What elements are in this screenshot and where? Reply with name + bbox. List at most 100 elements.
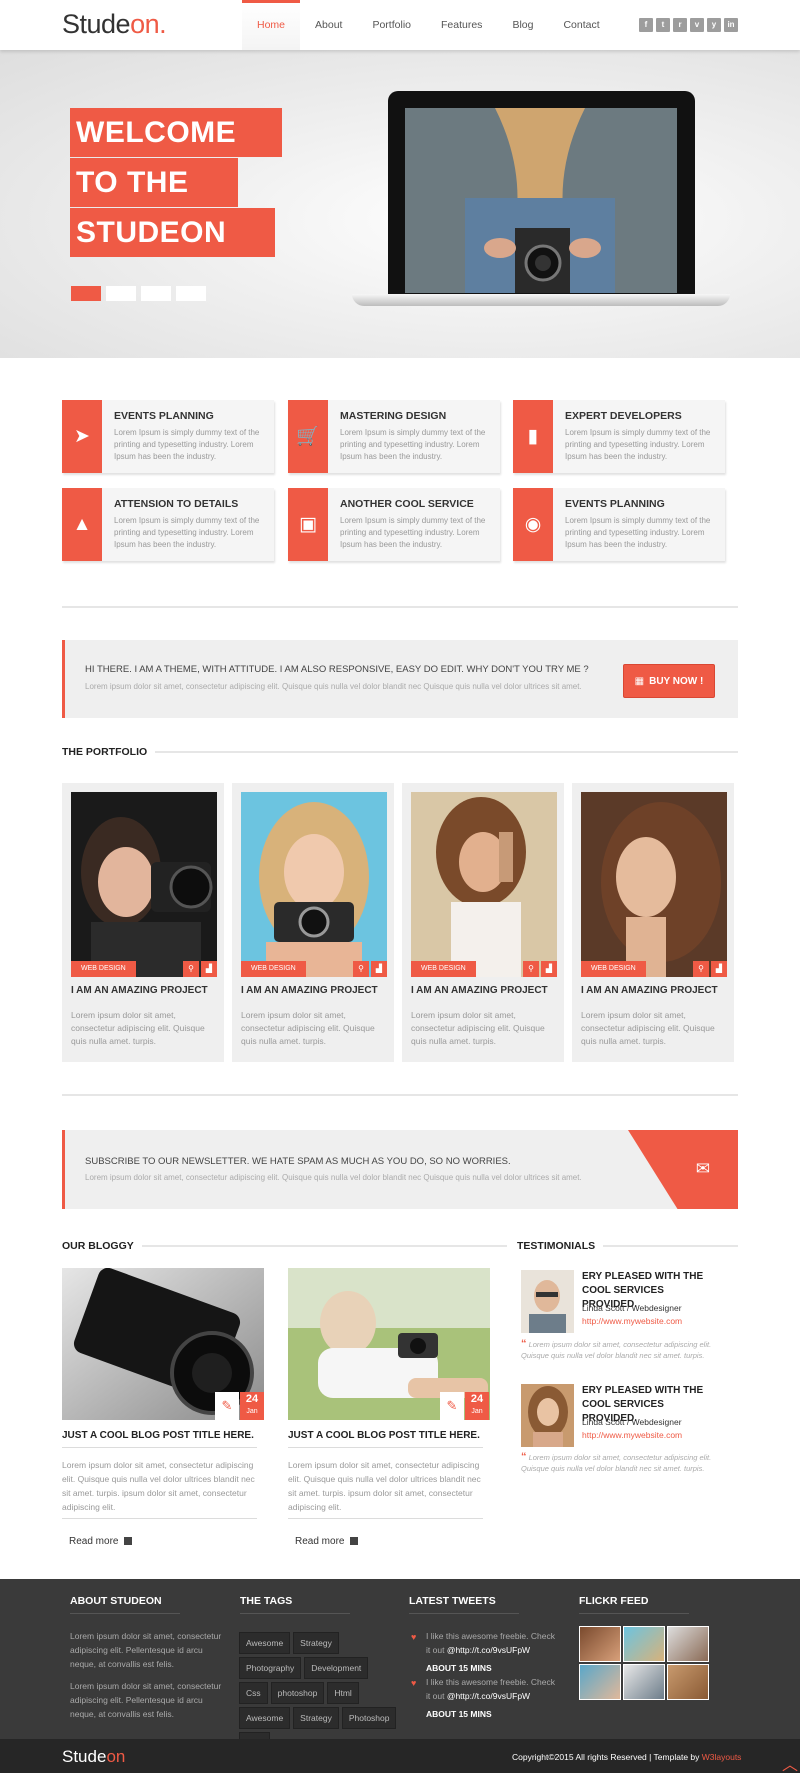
slider-dot-4[interactable] <box>176 286 206 301</box>
twitter-bird-icon: ♥ <box>411 1632 417 1642</box>
buy-now-label: BUY NOW ! <box>649 676 704 687</box>
youtube-icon[interactable]: y <box>707 18 721 32</box>
linkedin-icon[interactable]: in <box>724 18 738 32</box>
pencil-icon[interactable]: ✎ <box>440 1392 464 1420</box>
portfolio-tag[interactable]: WEB DESIGN <box>581 961 646 977</box>
flickr-thumb[interactable] <box>579 1626 621 1662</box>
briefcase-icon: ▣ <box>288 488 328 561</box>
nav-home[interactable]: Home <box>242 0 301 50</box>
link-icon[interactable]: ⚲ <box>523 961 539 977</box>
portfolio-card[interactable]: WEB DESIGN ⚲ ▟ I AM AN AMAZING PROJECT L… <box>572 783 734 1062</box>
tweet: ♥ I like this awesome freebie. Check it … <box>411 1629 561 1675</box>
chart-icon[interactable]: ▟ <box>201 961 217 977</box>
main-nav: Home About Portfolio Features Blog Conta… <box>242 0 615 50</box>
nav-blog[interactable]: Blog <box>497 0 548 50</box>
portfolio-image[interactable] <box>411 792 557 977</box>
portfolio-tag[interactable]: WEB DESIGN <box>411 961 476 977</box>
tag[interactable]: Photoshop <box>341 1707 397 1729</box>
flickr-thumb[interactable] <box>623 1626 665 1662</box>
testimonial-link[interactable]: http://www.mywebsite.com <box>582 1316 682 1326</box>
tag[interactable]: Awesome <box>239 1632 291 1654</box>
footer-logo[interactable]: Studeon <box>62 1747 125 1767</box>
portfolio-title[interactable]: I AM AN AMAZING PROJECT <box>241 985 378 996</box>
rss-icon[interactable]: r <box>673 18 687 32</box>
portfolio-title[interactable]: I AM AN AMAZING PROJECT <box>71 985 208 996</box>
camera-hands-photo <box>405 108 677 293</box>
link-icon[interactable]: ⚲ <box>693 961 709 977</box>
blog-date-day: 24 <box>245 1393 259 1405</box>
nav-contact[interactable]: Contact <box>548 0 614 50</box>
chart-icon[interactable]: ▟ <box>371 961 387 977</box>
slider-dot-2[interactable] <box>106 286 136 301</box>
hero-slider: WELCOME TO THE STUDEON <box>0 50 800 358</box>
flickr-thumb[interactable] <box>667 1626 709 1662</box>
twitter-icon[interactable]: t <box>656 18 670 32</box>
testimonials-heading: TESTIMONIALS <box>517 1240 604 1252</box>
blog-post-title[interactable]: JUST A COOL BLOG POST TITLE HERE. <box>288 1430 480 1441</box>
chart-icon[interactable]: ▟ <box>541 961 557 977</box>
link-icon[interactable]: ⚲ <box>353 961 369 977</box>
link-icon[interactable]: ⚲ <box>183 961 199 977</box>
testimonial-link[interactable]: http://www.mywebsite.com <box>582 1430 682 1440</box>
avatar-photo-1 <box>521 1270 574 1333</box>
tag[interactable]: Photography <box>239 1657 302 1679</box>
blog-date: 24 Jan <box>240 1392 264 1420</box>
slider-dot-3[interactable] <box>141 286 171 301</box>
laptop-image <box>388 91 695 294</box>
laptop-screen-photo <box>405 108 677 293</box>
logo[interactable]: Studeon. <box>62 9 167 40</box>
flickr-thumb[interactable] <box>579 1664 621 1700</box>
blog-post-excerpt: Lorem ipsum dolor sit amet, consectetur … <box>62 1460 255 1512</box>
portfolio-card[interactable]: WEB DESIGN ⚲ ▟ I AM AN AMAZING PROJECT L… <box>62 783 224 1062</box>
read-more-link[interactable]: Read more <box>69 1536 133 1547</box>
tag[interactable]: Html <box>327 1682 359 1704</box>
portfolio-tag[interactable]: WEB DESIGN <box>71 961 136 977</box>
buy-now-button[interactable]: ▦ BUY NOW ! <box>623 664 715 698</box>
tag[interactable]: Strategy <box>293 1632 339 1654</box>
nav-portfolio[interactable]: Portfolio <box>357 0 426 50</box>
avatar <box>521 1270 574 1333</box>
portfolio-heading: THE PORTFOLIO <box>62 746 156 758</box>
portfolio-image[interactable] <box>241 792 387 977</box>
blog-post-title[interactable]: JUST A COOL BLOG POST TITLE HERE. <box>62 1430 254 1441</box>
portfolio-image[interactable] <box>71 792 217 977</box>
footer-about-heading: ABOUT STUDEON <box>70 1595 162 1607</box>
read-more-label: Read more <box>295 1536 345 1547</box>
slider-dot-1[interactable] <box>71 286 101 301</box>
tag[interactable]: Css <box>239 1682 268 1704</box>
divider <box>409 1613 519 1614</box>
portfolio-title[interactable]: I AM AN AMAZING PROJECT <box>581 985 718 996</box>
tweet-link[interactable]: @http://t.co/9vsUFpW <box>447 1691 530 1701</box>
footer-tags-heading: THE TAGS <box>240 1595 293 1607</box>
chart-icon[interactable]: ▟ <box>711 961 727 977</box>
portfolio-photo-3 <box>411 792 557 977</box>
pencil-icon[interactable]: ✎ <box>215 1392 239 1420</box>
read-more-link[interactable]: Read more <box>295 1536 359 1547</box>
page: Studeon. Home About Portfolio Features B… <box>0 0 800 1773</box>
portfolio-card[interactable]: WEB DESIGN ⚲ ▟ I AM AN AMAZING PROJECT L… <box>402 783 564 1062</box>
nav-features[interactable]: Features <box>426 0 497 50</box>
portfolio-card[interactable]: WEB DESIGN ⚲ ▟ I AM AN AMAZING PROJECT L… <box>232 783 394 1062</box>
facebook-icon[interactable]: f <box>639 18 653 32</box>
credit-link[interactable]: W3layouts <box>702 1752 742 1762</box>
tag[interactable]: Strategy <box>293 1707 339 1729</box>
portfolio-image[interactable] <box>581 792 727 977</box>
social-links: f t r v y in <box>639 18 738 32</box>
footer-flickr-heading: FLICKR FEED <box>579 1595 649 1607</box>
portfolio-tag[interactable]: WEB DESIGN <box>241 961 306 977</box>
blog-date-month: Jan <box>246 1408 258 1415</box>
scroll-top-icon[interactable]: ︿ <box>782 1751 798 1773</box>
portfolio-title[interactable]: I AM AN AMAZING PROJECT <box>411 985 548 996</box>
tweet-link[interactable]: @http://t.co/9vsUFpW <box>447 1645 530 1655</box>
tag[interactable]: photoshop <box>270 1682 325 1704</box>
envelope-icon[interactable]: ✉ <box>696 1159 710 1179</box>
slider-dots <box>71 286 206 301</box>
nav-about[interactable]: About <box>300 0 357 50</box>
logo-dot: . <box>159 9 167 39</box>
flickr-thumb[interactable] <box>623 1664 665 1700</box>
flickr-thumb[interactable] <box>667 1664 709 1700</box>
tag[interactable]: Awesome <box>239 1707 291 1729</box>
vimeo-icon[interactable]: v <box>690 18 704 32</box>
tag[interactable]: Development <box>304 1657 369 1679</box>
testimonial-quote: “ Lorem ipsum dolor sit amet, consectetu… <box>521 1452 721 1474</box>
